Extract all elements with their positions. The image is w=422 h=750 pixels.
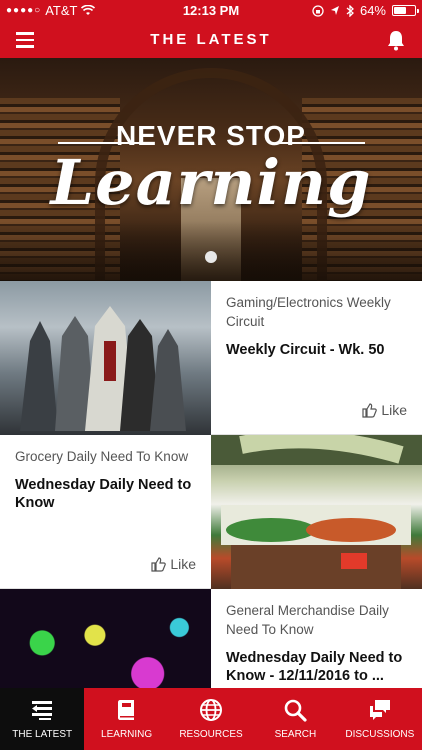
app-header: THE LATEST bbox=[0, 22, 422, 58]
tab-resources[interactable]: RESOURCES bbox=[169, 688, 253, 750]
like-button[interactable]: Like bbox=[151, 556, 196, 572]
thumbs-up-icon bbox=[151, 556, 167, 572]
hero-script-title: Learning bbox=[50, 146, 372, 219]
feed-item-card-1[interactable]: Gaming/Electronics Weekly Circuit Weekly… bbox=[211, 281, 422, 435]
feed-item-category: Grocery Daily Need To Know bbox=[15, 449, 189, 464]
feed-item-card-2[interactable]: Grocery Daily Need To Know Wednesday Dai… bbox=[0, 435, 211, 589]
feed-item-image-bokeh[interactable] bbox=[0, 589, 211, 688]
bluetooth-icon bbox=[346, 4, 354, 17]
feed-item-headline[interactable]: Wednesday Daily Need to Know bbox=[15, 476, 196, 512]
feed-item-category: General Merchandise Daily Need To Know bbox=[226, 603, 389, 637]
like-button[interactable]: Like bbox=[362, 402, 407, 418]
tab-label: LEARNING bbox=[101, 729, 153, 740]
like-label: Like bbox=[170, 556, 196, 572]
book-icon bbox=[117, 700, 134, 720]
tab-learning[interactable]: LEARNING bbox=[84, 688, 168, 750]
thumbs-up-icon bbox=[362, 402, 378, 418]
news-feed: Gaming/Electronics Weekly Circuit Weekly… bbox=[0, 281, 422, 688]
carousel-dot-active[interactable] bbox=[205, 251, 217, 263]
globe-icon bbox=[200, 699, 223, 721]
feed-item-headline[interactable]: Wednesday Daily Need to Know - 12/11/201… bbox=[226, 649, 407, 685]
feed-item-headline[interactable]: Weekly Circuit - Wk. 50 bbox=[226, 341, 407, 359]
search-icon bbox=[285, 699, 308, 722]
tab-the-latest[interactable]: THE LATEST bbox=[0, 688, 85, 750]
tab-discussions[interactable]: DISCUSSIONS bbox=[338, 688, 422, 750]
battery-percent: 64% bbox=[359, 3, 386, 18]
page-title: THE LATEST bbox=[150, 31, 272, 48]
bottom-nav: THE LATEST LEARNING RESOURCES SEARCH DIS… bbox=[0, 688, 422, 750]
battery-level-fill bbox=[394, 7, 407, 14]
tab-label: DISCUSSIONS bbox=[345, 729, 415, 740]
tab-search[interactable]: SEARCH bbox=[253, 688, 337, 750]
chat-bubbles-icon bbox=[369, 700, 390, 720]
tab-label: THE LATEST bbox=[12, 729, 73, 740]
feed-item-image-produce[interactable] bbox=[211, 435, 422, 589]
latest-icon bbox=[32, 701, 53, 720]
tab-label: SEARCH bbox=[274, 729, 317, 740]
tab-label: RESOURCES bbox=[179, 729, 243, 740]
like-label: Like bbox=[381, 402, 407, 418]
feed-item-card-3[interactable]: General Merchandise Daily Need To Know W… bbox=[211, 589, 422, 688]
feed-item-category: Gaming/Electronics Weekly Circuit bbox=[226, 295, 391, 329]
hero-banner[interactable]: NEVER STOP Learning bbox=[0, 58, 422, 281]
status-bar: ●●●●○ AT&T 12:13 PM 64% bbox=[0, 0, 422, 22]
location-icon bbox=[330, 6, 339, 15]
feed-item-image-assassins-creed[interactable] bbox=[0, 281, 211, 435]
bell-icon[interactable] bbox=[384, 28, 408, 52]
lock-rotation-icon bbox=[312, 4, 324, 17]
assassins-creed-figures bbox=[20, 306, 186, 431]
produce-department-scene bbox=[211, 435, 422, 589]
battery-icon bbox=[392, 5, 419, 16]
